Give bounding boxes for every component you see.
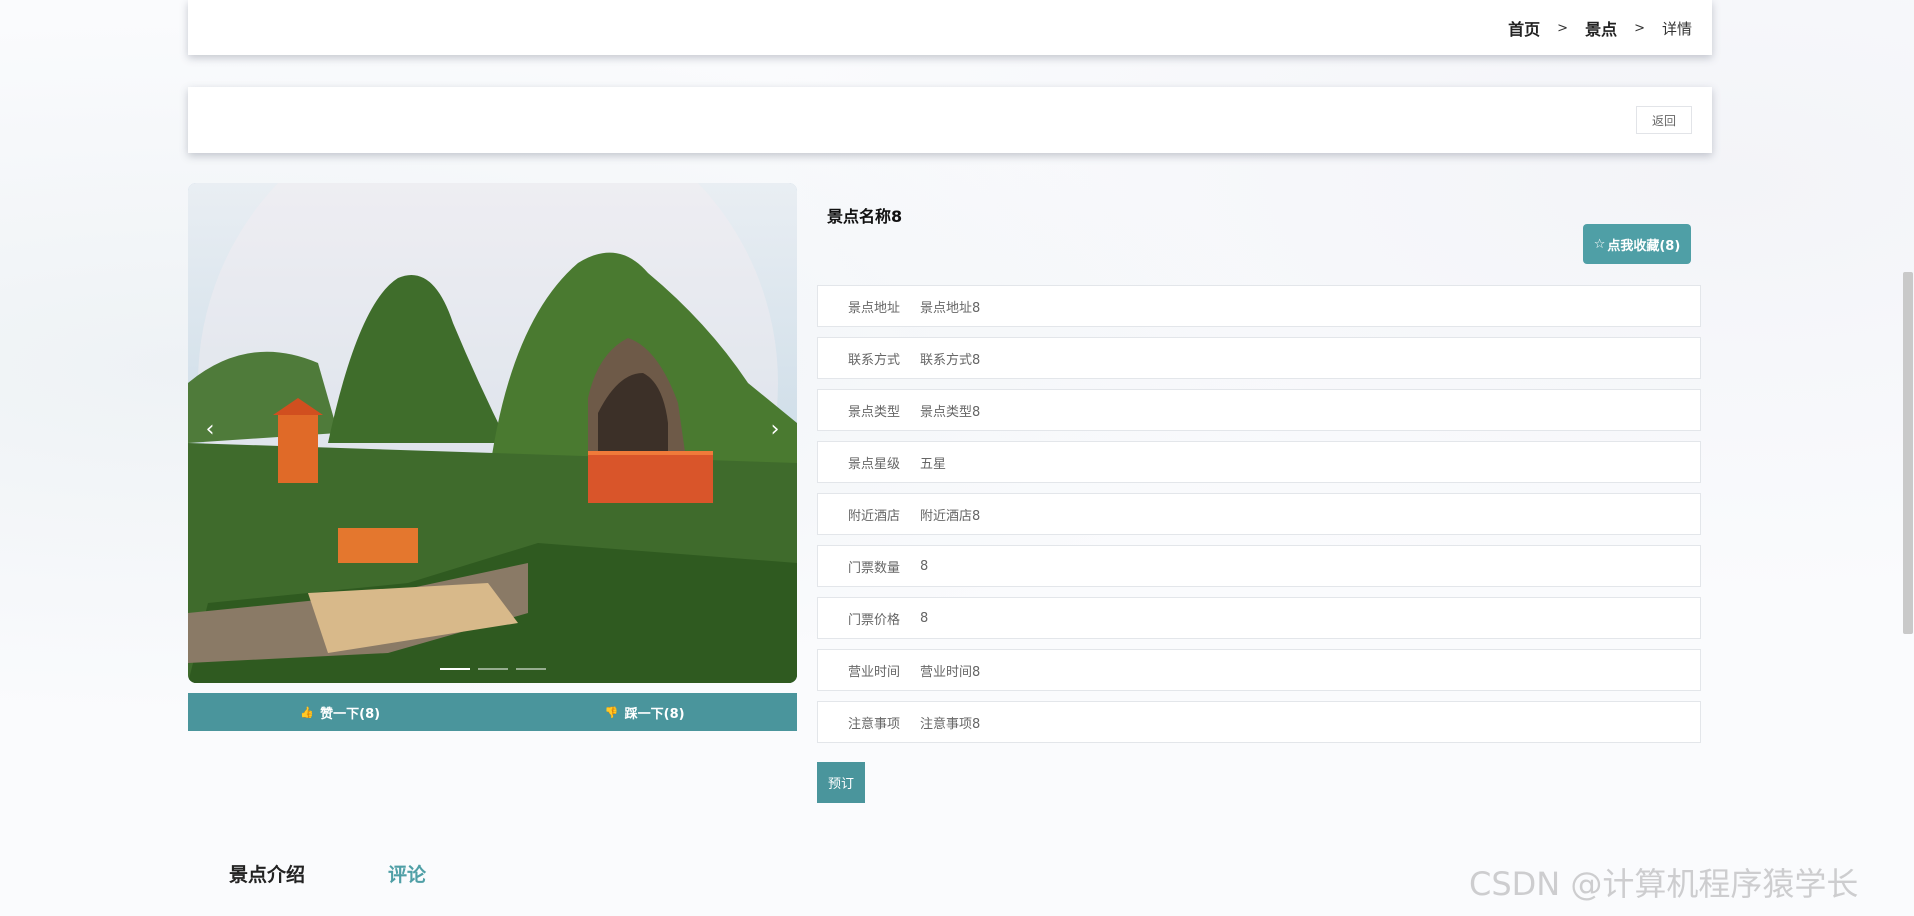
- breadcrumb-home[interactable]: 首页: [1508, 16, 1540, 40]
- carousel-prev-icon[interactable]: ‹: [198, 415, 222, 445]
- field-value: 景点类型8: [920, 404, 981, 420]
- field-value: 景点地址8: [920, 300, 981, 316]
- carousel-indicators: [440, 668, 546, 670]
- info-row-star-level: 景点星级 五星: [817, 441, 1701, 483]
- carousel-dot[interactable]: [478, 668, 508, 670]
- spot-title: 景点名称8: [827, 207, 903, 226]
- action-bar: 返回: [188, 87, 1712, 153]
- like-label: 赞一下(8): [320, 706, 381, 722]
- breadcrumb-bar: 首页 > 景点 > 详情: [188, 0, 1712, 55]
- info-row-ticket-price: 门票价格 8: [817, 597, 1701, 639]
- field-value: 联系方式8: [920, 352, 981, 368]
- breadcrumb: 首页 > 景点 > 详情: [1508, 16, 1692, 40]
- field-value: 8: [920, 610, 929, 626]
- field-value: 营业时间8: [920, 664, 981, 680]
- scenic-photo: [188, 183, 797, 683]
- info-row-address: 景点地址 景点地址8: [817, 285, 1701, 327]
- info-row-hours: 营业时间 营业时间8: [817, 649, 1701, 691]
- info-row-type: 景点类型 景点类型8: [817, 389, 1701, 431]
- field-value: 8: [920, 558, 929, 574]
- info-row-hotel: 附近酒店 附近酒店8: [817, 493, 1701, 535]
- dislike-button[interactable]: 👎 踩一下(8): [493, 693, 798, 731]
- favorite-label: 点我收藏(8): [1607, 238, 1681, 254]
- info-row-ticket-count: 门票数量 8: [817, 545, 1701, 587]
- field-label: 景点类型: [847, 404, 900, 420]
- field-label: 门票价格: [847, 612, 900, 628]
- carousel-dot[interactable]: [516, 668, 546, 670]
- carousel-dot[interactable]: [440, 668, 470, 670]
- field-label: 景点地址: [847, 300, 900, 316]
- thumbs-up-icon: 👍: [300, 705, 315, 719]
- info-row-notes: 注意事项 注意事项8: [817, 701, 1701, 743]
- breadcrumb-separator: >: [1634, 20, 1645, 36]
- field-label: 附近酒店: [847, 508, 900, 524]
- breadcrumb-separator: >: [1557, 20, 1569, 36]
- carousel-next-icon[interactable]: ›: [763, 415, 787, 445]
- back-button[interactable]: 返回: [1636, 106, 1692, 134]
- info-row-contact: 联系方式 联系方式8: [817, 337, 1701, 379]
- thumbs-down-icon: 👎: [604, 705, 619, 719]
- field-label: 营业时间: [847, 664, 900, 680]
- field-label: 注意事项: [847, 716, 900, 732]
- image-carousel[interactable]: ‹ ›: [188, 183, 797, 683]
- favorite-button[interactable]: ☆ 点我收藏(8): [1583, 224, 1691, 264]
- book-button[interactable]: 预订: [817, 762, 865, 803]
- scrollbar[interactable]: [1903, 272, 1913, 634]
- watermark: CSDN @计算机程序猿学长: [1469, 865, 1859, 903]
- like-button[interactable]: 👍 赞一下(8): [188, 693, 493, 731]
- dislike-label: 踩一下(8): [624, 706, 685, 722]
- field-value: 注意事项8: [920, 716, 981, 732]
- star-icon: ☆: [1593, 236, 1606, 252]
- tab-comments[interactable]: 评论: [388, 860, 426, 887]
- breadcrumb-scenic[interactable]: 景点: [1585, 16, 1617, 40]
- field-value: 附近酒店8: [920, 508, 981, 524]
- field-label: 门票数量: [847, 560, 900, 576]
- tab-introduction[interactable]: 景点介绍: [229, 860, 305, 887]
- breadcrumb-current: 详情: [1661, 19, 1692, 38]
- field-label: 景点星级: [847, 456, 900, 472]
- field-value: 五星: [920, 456, 947, 472]
- vote-bar: 👍 赞一下(8) 👎 踩一下(8): [188, 693, 797, 731]
- field-label: 联系方式: [847, 352, 900, 368]
